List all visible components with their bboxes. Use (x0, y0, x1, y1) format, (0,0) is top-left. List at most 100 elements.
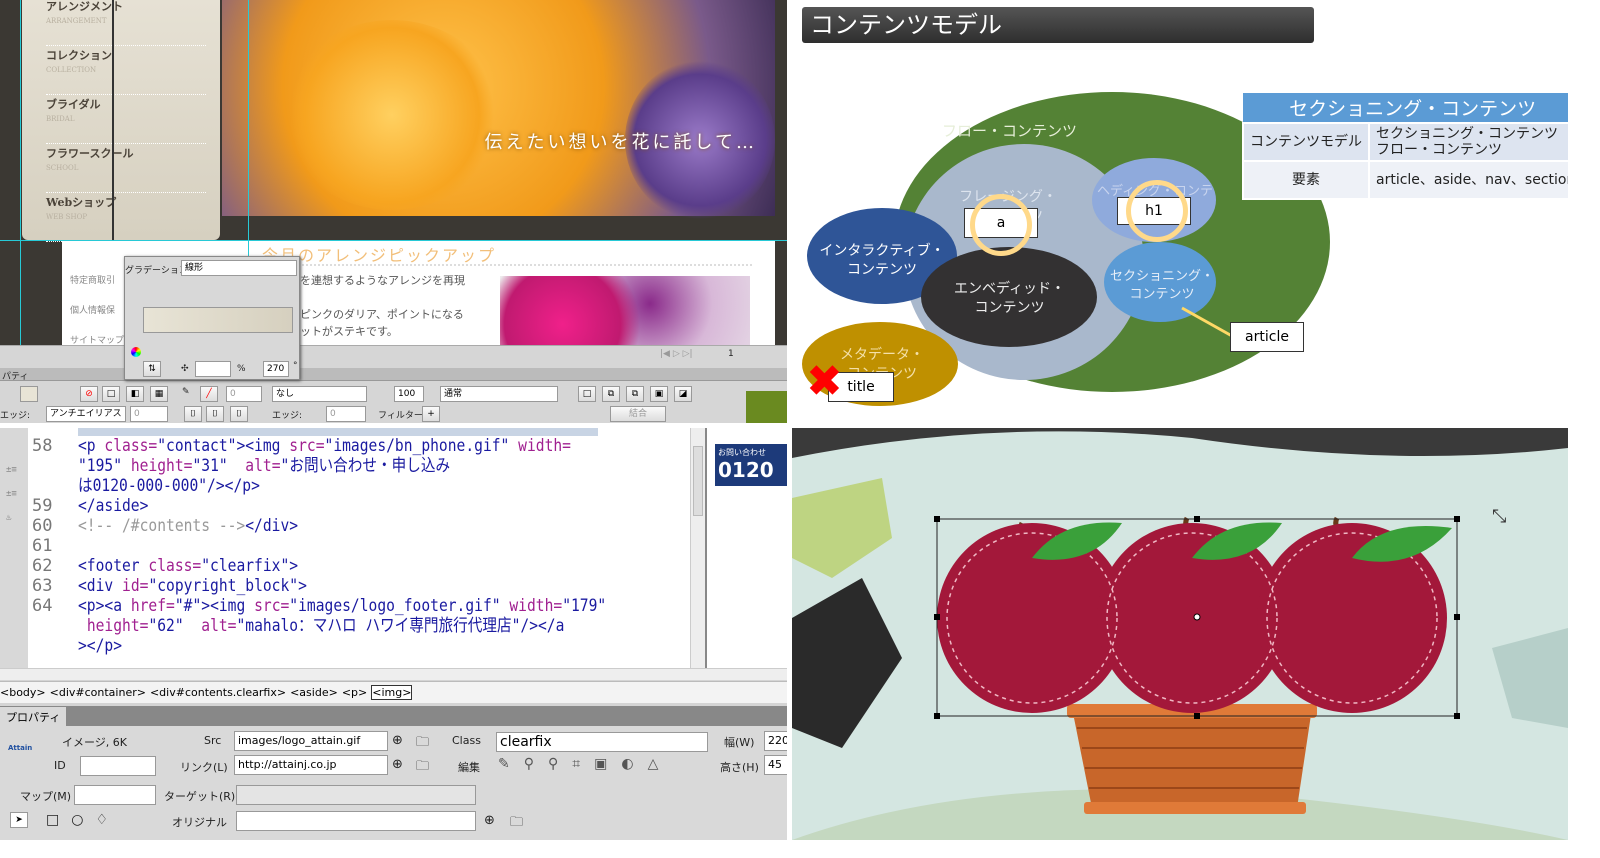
color-wheel-icon[interactable] (131, 347, 141, 357)
code-view[interactable]: ±≡ ±≡ ♨ 58 <p class="contact"><img src="i… (0, 428, 705, 668)
breadcrumb-tag[interactable]: <div#container> (50, 686, 146, 699)
class-label: Class (452, 734, 481, 747)
add-filter-button[interactable]: + (422, 406, 440, 422)
fill-gradient-button[interactable]: ◧ (126, 386, 144, 402)
code-line[interactable]: <footer class="clearfix"> (78, 556, 298, 576)
image-info: イメージ, 6K (62, 736, 127, 749)
stroke-align-button[interactable]: ⌷ (184, 406, 202, 422)
breadcrumb-tag[interactable]: <p> (342, 686, 367, 699)
reverse-gradient-button[interactable]: ⇅ (143, 361, 161, 377)
code-scrollbar[interactable] (690, 428, 705, 668)
height-label: 高さ(H) (720, 761, 759, 774)
banner-number: 0120 (718, 458, 774, 482)
nav-item[interactable]: コレクション COLLECTION (46, 47, 206, 95)
arrange-button[interactable]: ⧉ (602, 386, 620, 402)
arrange-button[interactable]: ⧉ (626, 386, 644, 402)
code-line[interactable]: "195" height="31" alt="お問い合わせ・申し込み (78, 456, 450, 476)
code-line[interactable]: <p class="contact"><img src="images/bn_p… (78, 436, 571, 456)
nav-item-sublabel: SCHOOL (46, 164, 79, 172)
map-field[interactable] (74, 785, 156, 805)
gradient-type-select[interactable]: 線形 (181, 260, 297, 276)
horizontal-scrollbar[interactable] (0, 668, 787, 680)
percent-field[interactable] (195, 361, 231, 377)
code-line[interactable]: <div id="copyright_block"> (78, 576, 307, 596)
folder-icon[interactable]: 🗀 (416, 757, 429, 779)
body-line: ピンクのダリア、ポイントになる (300, 308, 464, 321)
nav-item[interactable]: アレンジメント ARRANGEMENT (46, 0, 206, 46)
id-field[interactable] (80, 756, 156, 776)
arrange-button[interactable]: ▣ (650, 386, 668, 402)
code-line[interactable]: <p><a href="#"><img src="images/logo_foo… (78, 596, 606, 616)
folder-icon[interactable]: 🗀 (510, 813, 523, 835)
point-to-file-icon[interactable]: ⊕ (392, 733, 403, 748)
outdent-icon[interactable]: ±≡ (6, 484, 17, 504)
point-to-file-icon[interactable]: ⊕ (484, 813, 495, 828)
edge-amount[interactable]: 0 (130, 406, 168, 422)
point-to-file-icon[interactable]: ⊕ (392, 757, 403, 772)
design-view-pane: アレンジメント ARRANGEMENT コレクション COLLECTION ブライダル B… (0, 0, 787, 423)
pointer-hotspot-tool[interactable]: ➤ (10, 812, 28, 828)
indent-icon[interactable]: ±≡ (6, 460, 17, 480)
stroke-edge-field[interactable]: 0 (326, 406, 366, 422)
embedded-label: エンベディッド・ コンテンツ (953, 281, 1066, 316)
nav-item[interactable]: Webショップ WEB SHOP (46, 194, 206, 242)
opacity-field[interactable]: 100 (394, 386, 424, 402)
side-links: 特定商取引 個人情報保 サイトマップ (70, 266, 124, 356)
edge-select[interactable]: アンチエイリアス (46, 406, 126, 422)
rotate-cursor-icon: ⤡ (1492, 506, 1506, 527)
interactive-label: インタラクティブ・ コンテンツ (819, 243, 945, 278)
code-line[interactable]: <!-- /#contents --></div> (78, 516, 298, 536)
fill-color-swatch[interactable] (20, 386, 38, 402)
code-line[interactable]: は0120-000-000"/></p> (78, 476, 260, 496)
hotspot-tools[interactable]: □○♢ (46, 812, 120, 828)
side-link[interactable]: 個人情報保 (70, 296, 124, 326)
arrange-button[interactable]: ◪ (674, 386, 692, 402)
class-select[interactable]: clearfix (496, 732, 708, 752)
blend-mode-select[interactable]: 通常 (440, 386, 558, 402)
stroke-align-button[interactable]: ⌷ (206, 406, 224, 422)
properties-tab[interactable]: プロパティ (0, 707, 67, 727)
nav-item[interactable]: フラワースクール SCHOOL (46, 145, 206, 193)
src-field[interactable]: images/logo_attain.gif (234, 731, 388, 751)
folder-icon[interactable]: 🗀 (416, 733, 429, 755)
code-line[interactable]: ></p> (78, 636, 122, 656)
move-icon: ✣ (181, 364, 189, 374)
target-label: ターゲット(R) (164, 790, 236, 803)
angle-field[interactable]: 270 (263, 361, 289, 377)
code-toolbar: ±≡ ±≡ ♨ (0, 428, 28, 668)
code-line[interactable]: height="62" alt="mahalo：マハロ ハワイ専門旅行代理店"/… (78, 616, 565, 636)
width-field[interactable]: 220 (764, 731, 787, 751)
nav-item[interactable]: ブライダル BRIDAL (46, 96, 206, 144)
stroke-align-button[interactable]: ⌷ (230, 406, 248, 422)
fill-solid-button[interactable]: □ (102, 386, 120, 402)
stroke-width-field[interactable]: 0 (226, 386, 262, 402)
breadcrumb-tag[interactable]: <body> (0, 686, 46, 699)
leaf-shape (1492, 628, 1568, 728)
original-field[interactable] (236, 811, 476, 831)
link-field[interactable]: http://attainj.co.jp (234, 755, 388, 775)
height-field[interactable]: 45 (764, 755, 787, 775)
tag-article-box: article (1230, 322, 1304, 352)
breadcrumb-tag[interactable]: <img> (371, 685, 413, 700)
palm-shape (792, 578, 902, 748)
cross-mark-icon: ✖ (806, 356, 843, 407)
fill-pattern-button[interactable]: ▦ (150, 386, 168, 402)
fill-none-button[interactable]: ⊘ (80, 386, 98, 402)
sectioning-label: セクショニング・ コンテンツ (1109, 269, 1214, 302)
stroke-color-swatch[interactable]: ╱ (200, 386, 218, 402)
table-header: セクショニング・コンテンツ (1243, 93, 1568, 123)
side-link[interactable]: 特定商取引 (70, 266, 124, 296)
row-label: 要素 (1242, 160, 1370, 200)
edit-tools-icons[interactable]: ✎⚲⚲⌗▣◐△ (498, 756, 672, 772)
breadcrumb-tag[interactable]: <div#contents.clearfix> (150, 686, 286, 699)
combine-button[interactable]: 結合 (610, 406, 666, 422)
target-select[interactable] (236, 785, 476, 805)
panel-tab[interactable]: パティ (2, 369, 28, 382)
arrange-button[interactable]: □ (578, 386, 596, 402)
nav-item-sublabel: BRIDAL (46, 115, 75, 123)
code-line[interactable]: </aside> (78, 496, 148, 516)
breadcrumb-tag[interactable]: <aside> (290, 686, 338, 699)
stroke-style-select[interactable]: なし (272, 386, 367, 402)
illustration-canvas[interactable]: ⤡ (792, 428, 1568, 840)
snippet-icon[interactable]: ♨ (6, 508, 11, 528)
